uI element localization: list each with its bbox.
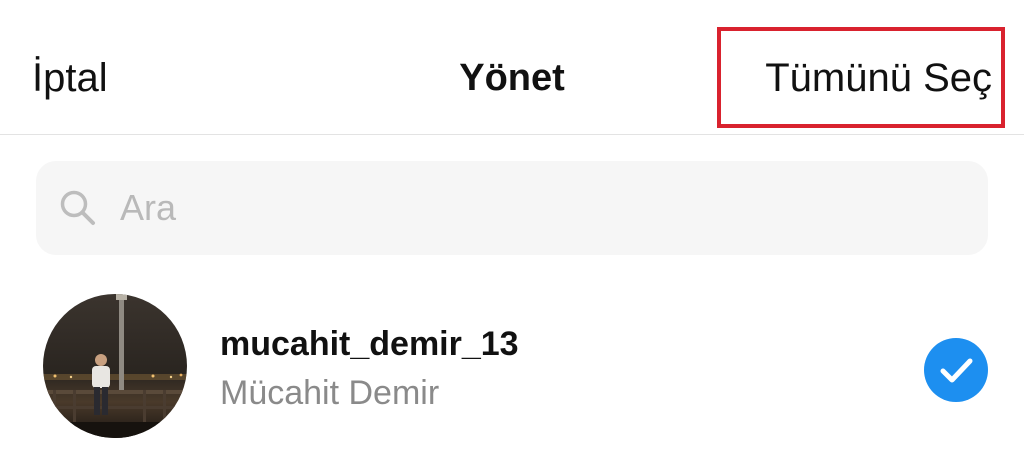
checkmark-circle-icon[interactable] <box>924 338 988 402</box>
search-input[interactable] <box>120 181 940 235</box>
search-icon <box>60 190 95 225</box>
full-name: Mücahit Demir <box>220 374 440 412</box>
username: mucahit_demir_13 <box>220 325 519 363</box>
search-bar[interactable] <box>36 161 988 255</box>
avatar <box>43 294 187 438</box>
select-all-button[interactable]: Tümünü Seç <box>765 52 992 104</box>
avatar-photo <box>43 294 187 438</box>
header-bar: İptal Yönet Tümünü Seç <box>0 0 1024 135</box>
list-item-user[interactable]: mucahit_demir_13 Mücahit Demir <box>0 285 1024 459</box>
